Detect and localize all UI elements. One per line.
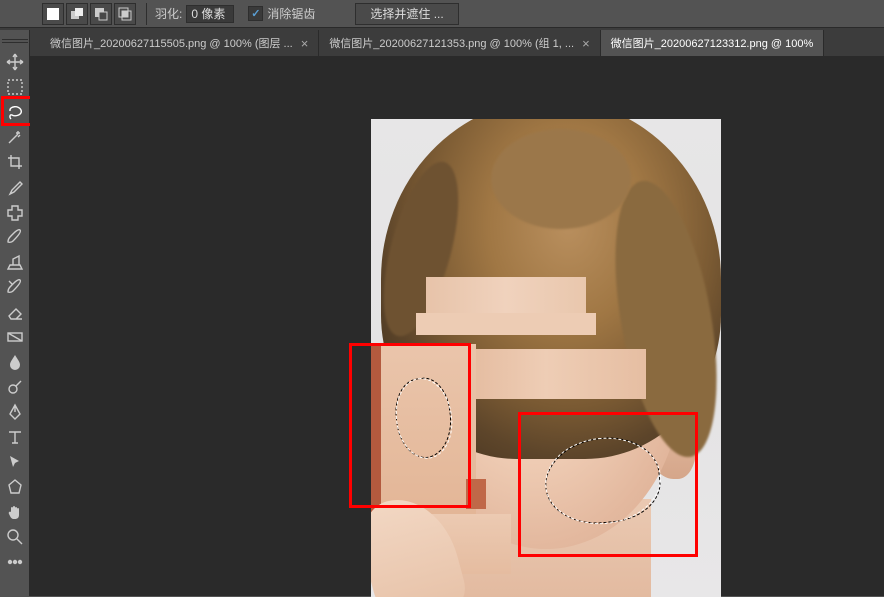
shape-tool[interactable] bbox=[2, 475, 28, 499]
brush-tool[interactable] bbox=[2, 225, 28, 249]
move-tool[interactable] bbox=[2, 50, 28, 74]
document-image bbox=[371, 119, 721, 597]
close-icon[interactable]: × bbox=[582, 36, 590, 51]
toolbar-grip[interactable] bbox=[2, 36, 28, 46]
more-tools[interactable] bbox=[2, 550, 28, 574]
canvas-area[interactable] bbox=[30, 56, 884, 596]
clone-stamp-tool[interactable] bbox=[2, 250, 28, 274]
document-tab-3[interactable]: 微信图片_20200627123312.png @ 100% bbox=[601, 30, 825, 56]
history-brush-tool[interactable] bbox=[2, 275, 28, 299]
feather-input[interactable]: 0 像素 bbox=[186, 5, 234, 23]
feather-label: 羽化: bbox=[155, 5, 182, 22]
tool-preset-dropdown[interactable] bbox=[6, 3, 36, 25]
tab-label: 微信图片_20200627123312.png @ 100% bbox=[611, 35, 814, 51]
marquee-tool[interactable] bbox=[2, 75, 28, 99]
eraser-tool[interactable] bbox=[2, 300, 28, 324]
selection-intersect-button[interactable] bbox=[114, 3, 136, 25]
tools-panel bbox=[0, 30, 30, 596]
type-tool[interactable] bbox=[2, 425, 28, 449]
path-select-tool[interactable] bbox=[2, 450, 28, 474]
separator bbox=[146, 3, 147, 25]
tab-label: 微信图片_20200627115505.png @ 100% (图层 ... bbox=[50, 35, 293, 51]
select-and-mask-label: 选择并遮住 ... bbox=[370, 5, 443, 22]
pen-tool[interactable] bbox=[2, 400, 28, 424]
selection-new-button[interactable] bbox=[42, 3, 64, 25]
document-tab-2[interactable]: 微信图片_20200627121353.png @ 100% (组 1, ...… bbox=[319, 30, 600, 56]
document-tab-1[interactable]: 微信图片_20200627115505.png @ 100% (图层 ... × bbox=[40, 30, 319, 56]
zoom-tool[interactable] bbox=[2, 525, 28, 549]
magic-wand-tool[interactable] bbox=[2, 125, 28, 149]
options-bar: 羽化: 0 像素 ✓ 消除锯齿 选择并遮住 ... bbox=[0, 0, 884, 28]
anti-alias-label: 消除锯齿 bbox=[267, 5, 315, 22]
spot-heal-tool[interactable] bbox=[2, 200, 28, 224]
lasso-tool[interactable] bbox=[2, 100, 28, 124]
selection-add-button[interactable] bbox=[66, 3, 88, 25]
close-icon[interactable]: × bbox=[301, 36, 309, 51]
crop-tool[interactable] bbox=[2, 150, 28, 174]
blur-tool[interactable] bbox=[2, 350, 28, 374]
selection-subtract-button[interactable] bbox=[90, 3, 112, 25]
anti-alias-checkbox[interactable]: ✓ bbox=[248, 6, 263, 21]
hand-tool[interactable] bbox=[2, 500, 28, 524]
gradient-tool[interactable] bbox=[2, 325, 28, 349]
document-tab-bar: 微信图片_20200627115505.png @ 100% (图层 ... ×… bbox=[0, 28, 884, 56]
dodge-tool[interactable] bbox=[2, 375, 28, 399]
select-and-mask-button[interactable]: 选择并遮住 ... bbox=[355, 3, 458, 25]
tab-label: 微信图片_20200627121353.png @ 100% (组 1, ... bbox=[329, 35, 574, 51]
eyedropper-tool[interactable] bbox=[2, 175, 28, 199]
